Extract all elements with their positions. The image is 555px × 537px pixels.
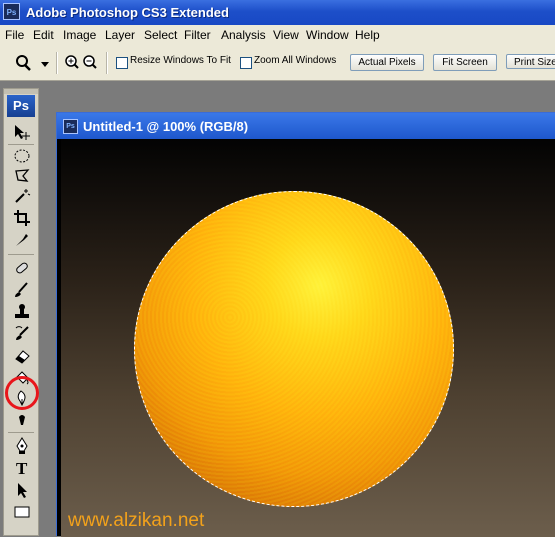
menu-file[interactable]: File — [5, 28, 24, 42]
canvas[interactable] — [61, 139, 555, 537]
menu-window[interactable]: Window — [306, 28, 349, 42]
title-bar: Ps Adobe Photoshop CS3 Extended — [0, 0, 555, 25]
clone-stamp-tool-icon[interactable] — [13, 303, 31, 321]
history-brush-tool-icon[interactable] — [13, 325, 31, 343]
menu-filter[interactable]: Filter — [184, 28, 211, 42]
options-separator — [56, 52, 58, 74]
menu-analysis[interactable]: Analysis — [221, 28, 266, 42]
document-title-bar[interactable]: Ps Untitled-1 @ 100% (RGB/8) — [57, 113, 555, 139]
document-icon: Ps — [63, 119, 78, 134]
actual-pixels-button[interactable]: Actual Pixels — [350, 54, 424, 71]
sponge-tool-icon[interactable] — [13, 411, 31, 429]
lasso-tool-icon[interactable] — [13, 167, 31, 185]
elliptical-marquee-tool-icon[interactable] — [13, 147, 31, 165]
pen-tool-icon[interactable] — [13, 437, 31, 455]
zoom-all-windows-checkbox[interactable] — [240, 57, 252, 69]
brush-tool-icon[interactable] — [13, 281, 31, 299]
resize-windows-label: Resize Windows To Fit — [130, 55, 231, 66]
menu-bar: File Edit Image Layer Select Filter Anal… — [0, 25, 555, 47]
watermark-text: www.alzikan.net — [68, 510, 205, 531]
photoshop-app-icon[interactable]: Ps — [3, 3, 20, 20]
zoom-tool-icon[interactable] — [14, 54, 34, 75]
menu-view[interactable]: View — [273, 28, 299, 42]
toolbox-separator — [8, 432, 34, 433]
move-tool-icon[interactable] — [13, 123, 31, 141]
magic-wand-tool-icon[interactable] — [13, 187, 31, 205]
options-separator — [106, 52, 108, 74]
print-size-button[interactable]: Print Size — [506, 54, 555, 69]
resize-windows-checkbox[interactable] — [116, 57, 128, 69]
menu-help[interactable]: Help — [355, 28, 380, 42]
zoom-in-icon[interactable] — [64, 54, 80, 73]
rectangle-tool-icon[interactable] — [13, 503, 31, 521]
tool-preset-dropdown-icon[interactable] — [41, 59, 49, 71]
type-tool-icon[interactable]: T — [13, 459, 31, 478]
menu-image[interactable]: Image — [63, 28, 96, 42]
eraser-tool-icon[interactable] — [13, 347, 31, 365]
toolbox-separator — [8, 254, 34, 255]
document-window: Ps Untitled-1 @ 100% (RGB/8) — [56, 112, 555, 537]
zoom-all-windows-label: Zoom All Windows — [254, 55, 337, 66]
svg-text:T: T — [16, 459, 28, 477]
circular-selection-marquee — [134, 191, 454, 507]
zoom-out-icon[interactable] — [82, 54, 98, 73]
crop-tool-icon[interactable] — [13, 209, 31, 227]
path-selection-tool-icon[interactable] — [13, 481, 31, 499]
options-bar: Resize Windows To Fit Zoom All Windows A… — [0, 46, 555, 81]
fit-screen-button[interactable]: Fit Screen — [433, 54, 497, 71]
slice-tool-icon[interactable] — [13, 230, 31, 248]
window-title: Adobe Photoshop CS3 Extended — [26, 5, 229, 20]
menu-layer[interactable]: Layer — [105, 28, 135, 42]
burn-tool-highlight-circle — [5, 376, 39, 410]
document-title: Untitled-1 @ 100% (RGB/8) — [83, 119, 249, 134]
toolbox: Ps T — [3, 88, 39, 536]
toolbox-separator — [8, 144, 34, 145]
toolbox-grip[interactable] — [4, 89, 38, 94]
photoshop-logo[interactable]: Ps — [7, 95, 35, 117]
menu-select[interactable]: Select — [144, 28, 177, 42]
healing-brush-tool-icon[interactable] — [13, 259, 31, 277]
menu-edit[interactable]: Edit — [33, 28, 54, 42]
